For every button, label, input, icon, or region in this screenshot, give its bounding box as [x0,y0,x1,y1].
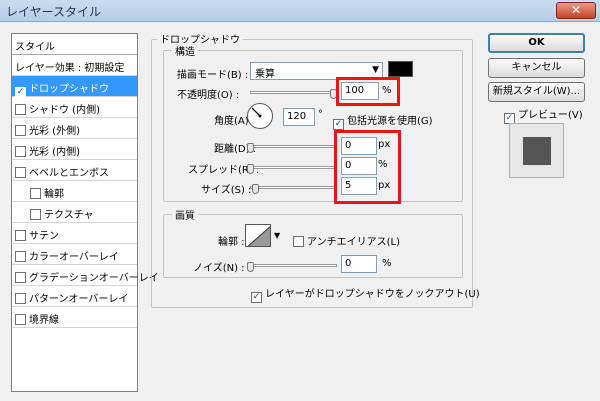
opacity-slider[interactable] [250,91,337,94]
style-list-item[interactable]: シャドウ (内側) [12,97,137,118]
preview-label: プレビュー(V) [518,110,583,121]
layer-style-dialog: レイヤースタイル ✕ スタイル レイヤー効果 : 初期設定 ✓ ドロップシャドウ シャ… [0,0,600,401]
distance-slider-thumb[interactable] [247,143,254,153]
opacity-highlight [336,77,400,106]
contour-label: 輪郭 : [218,237,245,248]
style-preview-thumbnail [509,123,564,178]
anti-alias-label: アンチエイリアス(L) [307,237,400,248]
style-list-item[interactable]: パターンオーバーレイ [12,286,137,307]
global-light-checkbox[interactable]: ✓ 包括光源を使用(G) [333,112,433,130]
quality-group-title: 画質 [172,207,198,222]
style-item-checkbox[interactable] [15,230,26,241]
knockout-check-icon: ✓ [251,292,262,303]
style-item-checkbox[interactable] [30,209,41,220]
anti-alias-check-icon [293,236,304,247]
style-item-checkbox[interactable] [15,167,26,178]
style-item-checkbox[interactable] [15,146,26,157]
size-slider[interactable] [250,186,337,189]
style-list-item[interactable]: テクスチャ [12,202,137,223]
noise-input[interactable]: 0 [341,255,377,273]
noise-slider[interactable] [250,264,337,267]
style-item-checkbox[interactable] [15,272,26,283]
opacity-label: 不透明度(O) : [177,90,240,101]
spread-slider-thumb[interactable] [247,164,254,174]
style-item-label: ベベルとエンボス [29,168,109,179]
style-list-item[interactable]: レイヤー効果 : 初期設定 [12,55,137,76]
style-list-item[interactable]: 光彩 (内側) [12,139,137,160]
distance-spread-size-highlight [334,130,401,204]
angle-unit: ° [318,109,323,120]
style-item-label: サテン [29,231,59,242]
style-list-item[interactable]: サテン [12,223,137,244]
style-item-label: ドロップシャドウ [29,84,109,95]
global-light-check-icon: ✓ [333,119,344,130]
drop-shadow-group-title: ドロップシャドウ [157,31,243,46]
style-list-item[interactable]: グラデーションオーバーレイ [12,265,159,286]
style-item-label: 輪郭 [44,189,64,200]
style-list-header[interactable]: スタイル [12,34,137,55]
size-slider-thumb[interactable] [252,184,259,194]
style-list-item[interactable]: ✓ ドロップシャドウ [12,76,137,98]
window-title: レイヤースタイル [6,5,102,19]
blend-mode-value: 乗算 [255,69,275,80]
style-item-checkbox[interactable] [15,104,26,115]
knockout-checkbox[interactable]: ✓ レイヤーがドロップシャドウをノックアウト(U) [251,285,480,303]
style-item-label: 光彩 (内側) [29,147,80,158]
anti-alias-checkbox[interactable]: アンチエイリアス(L) [293,233,400,248]
style-list-item[interactable]: 境界線 [12,307,137,328]
contour-curve-icon [247,226,270,246]
style-item-label: 光彩 (外側) [29,126,80,137]
spread-slider[interactable] [250,166,337,169]
size-label: サイズ(S) : [201,185,252,196]
contour-preview[interactable] [245,224,271,247]
style-item-checkbox[interactable] [15,293,26,304]
style-item-label: グラデーションオーバーレイ [29,273,159,284]
shadow-color-swatch[interactable] [388,61,413,77]
style-item-checkbox[interactable] [15,125,26,136]
style-item-label: 境界線 [29,315,59,326]
style-list: スタイル レイヤー効果 : 初期設定 ✓ ドロップシャドウシャドウ (内側) 光彩 (… [11,33,159,392]
style-item-label: レイヤー効果 : 初期設定 [15,63,125,74]
angle-dial-needle-icon [251,107,262,118]
close-button[interactable]: ✕ [556,2,596,19]
style-item-label: カラーオーバーレイ [29,252,119,263]
style-item-checkbox[interactable] [15,314,26,325]
preview-checkbox[interactable]: ✓ プレビュー(V) [504,106,583,124]
style-list-item[interactable]: 光彩 (外側) [12,118,137,139]
style-item-checkbox[interactable] [30,188,41,199]
noise-slider-thumb[interactable] [247,262,254,272]
blend-mode-label: 描画モード(B) : [177,70,249,81]
style-list-item[interactable]: カラーオーバーレイ [12,244,137,265]
angle-input[interactable]: 120 [283,108,315,126]
style-item-label: パターンオーバーレイ [29,294,129,305]
preview-swatch [523,137,551,165]
contour-dropdown-chevron-icon[interactable]: ▼ [274,231,280,240]
style-item-label: テクスチャ [44,210,94,221]
style-list-item[interactable]: 輪郭 [12,181,137,202]
ok-button[interactable]: OK [488,33,585,53]
global-light-label: 包括光源を使用(G) [347,116,433,127]
cancel-button[interactable]: キャンセル [488,58,585,78]
title-bar: レイヤースタイル ✕ [0,0,600,22]
style-item-checkbox[interactable] [15,251,26,262]
new-style-button[interactable]: 新規スタイル(W)... [488,82,585,102]
knockout-label: レイヤーがドロップシャドウをノックアウト(U) [265,289,480,300]
chevron-down-icon: ▼ [372,65,379,75]
noise-label: ノイズ(N) : [193,263,245,274]
angle-dial[interactable] [247,103,273,129]
structure-group-title: 構造 [172,43,198,58]
style-item-label: シャドウ (内側) [29,105,100,116]
style-list-item[interactable]: ベベルとエンボス [12,160,137,181]
distance-slider[interactable] [250,145,337,148]
noise-unit: % [382,258,392,269]
